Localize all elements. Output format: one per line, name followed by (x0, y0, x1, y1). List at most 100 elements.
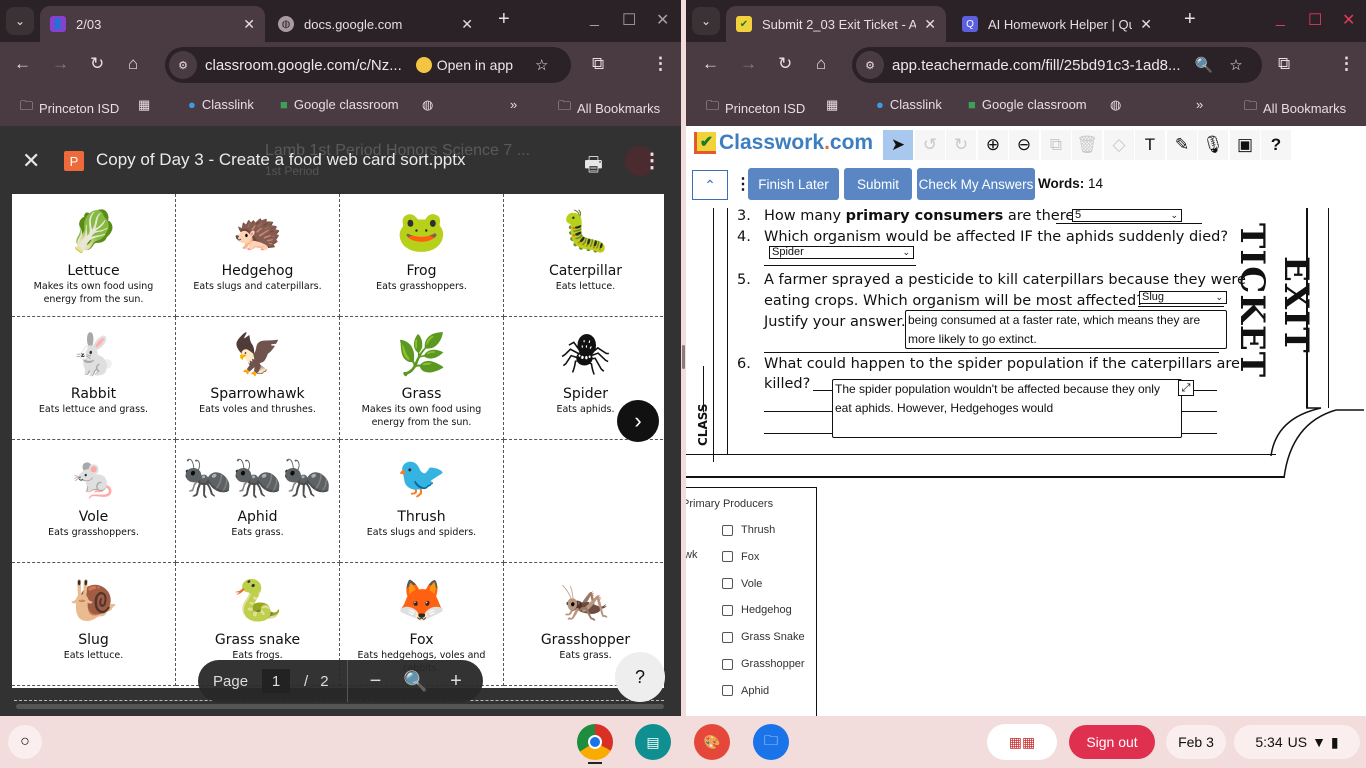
checkbox[interactable] (722, 551, 733, 563)
apps-grid-icon[interactable]: ▦ (826, 97, 844, 113)
checkbox[interactable] (722, 631, 733, 643)
classroom-reader-app-icon[interactable]: ▤ (635, 724, 671, 760)
check-my-answers-button[interactable]: Check My Answers (917, 168, 1035, 200)
resize-handle[interactable] (682, 345, 685, 369)
checklist-item[interactable]: Aphid (722, 685, 769, 697)
site-settings-icon[interactable]: ⚙ (169, 51, 197, 79)
maximize-button[interactable]: ☐ (622, 10, 636, 30)
close-tab-icon[interactable]: ✕ (1140, 16, 1152, 33)
holding-space-thumbnails[interactable]: ▦▦ (987, 724, 1057, 760)
home-button[interactable]: ⌂ (128, 54, 138, 74)
close-tab-icon[interactable]: ✕ (243, 16, 255, 33)
zoom-icon[interactable]: 🔍 (403, 669, 428, 694)
question-5-answer-select[interactable]: Slug ⌄ (1139, 291, 1227, 304)
bookmarks-overflow-button[interactable]: » (510, 97, 517, 112)
back-button[interactable]: ← (14, 54, 31, 74)
launcher-button[interactable]: ○ (8, 725, 42, 759)
date-tray[interactable]: Feb 3 (1166, 725, 1226, 759)
extensions-icon[interactable]: ⧉ (592, 54, 604, 74)
close-window-button[interactable]: ✕ (1342, 10, 1355, 30)
tab-ai-homework-helper[interactable]: Q AI Homework Helper | Quiz ✕ (952, 6, 1162, 42)
bookmark-google-classroom[interactable]: ■ Google classroom (280, 97, 399, 112)
canvas-paint-app-icon[interactable]: 🎨 (694, 724, 730, 760)
checklist-item[interactable]: Hedgehog (722, 604, 792, 616)
minimize-button[interactable]: _ (590, 10, 599, 28)
checklist-item[interactable]: Thrush (722, 524, 775, 536)
checkbox[interactable] (722, 685, 733, 697)
site-settings-icon[interactable]: ⚙ (856, 51, 884, 79)
status-tray[interactable]: 5:34 US ▼ ▮ (1234, 725, 1360, 759)
close-tab-icon[interactable]: ✕ (461, 16, 473, 33)
extensions-icon[interactable]: ⧉ (1278, 54, 1290, 74)
collapse-toolbar-button[interactable]: ⌃ (692, 170, 728, 200)
tab-classroom[interactable]: 👤 2/03 ✕ (40, 6, 265, 42)
submit-button[interactable]: Submit (844, 168, 912, 200)
chrome-app-icon[interactable] (577, 724, 613, 760)
all-bookmarks-button[interactable]: 🗀 All Bookmarks (558, 97, 660, 119)
horizontal-scrollbar[interactable] (16, 704, 664, 709)
zoom-out-icon[interactable]: ⊖ (1009, 130, 1039, 160)
open-in-app-button[interactable]: Open in app (437, 57, 513, 73)
tab-docs[interactable]: ◍ docs.google.com ✕ (268, 6, 483, 42)
bookmark-princeton-isd[interactable]: 🗀 Princeton ISD (706, 97, 805, 119)
bookmark-classlink[interactable]: ● Classlink (188, 97, 254, 112)
bookmark-globe[interactable]: ◍ (422, 97, 439, 113)
print-icon[interactable]: 🖶 (584, 150, 603, 184)
zoom-in-icon[interactable]: ⊕ (978, 130, 1008, 160)
maximize-button[interactable]: ☐ (1308, 10, 1322, 30)
zoom-indicator-icon[interactable]: 🔍 (1195, 56, 1214, 74)
bookmark-classlink[interactable]: ● Classlink (876, 97, 942, 112)
address-bar[interactable]: ⚙ classroom.google.com/c/Nz... Open in a… (165, 47, 571, 83)
forward-button[interactable]: → (52, 54, 69, 74)
checklist-item[interactable]: Vole (722, 578, 762, 590)
new-tab-button[interactable]: + (498, 8, 510, 31)
pointer-tool-icon[interactable]: ➤ (883, 130, 913, 160)
tab-search-button[interactable]: ⌄ (6, 7, 34, 35)
help-button[interactable]: ? (615, 652, 665, 702)
question-3-answer-select[interactable]: 5 ⌄ (1072, 209, 1182, 222)
checkbox[interactable] (722, 658, 733, 670)
all-bookmarks-button[interactable]: 🗀 All Bookmarks (1244, 97, 1346, 119)
browser-menu-icon[interactable]: ⋮ (1338, 54, 1355, 74)
forward-button[interactable]: → (740, 54, 757, 74)
bookmark-star-icon[interactable]: ☆ (1229, 56, 1242, 74)
duplicate-icon[interactable]: ⧉ (1041, 130, 1071, 160)
resize-expand-icon[interactable]: ⤢ (1178, 380, 1194, 396)
bookmarks-overflow-button[interactable]: » (1196, 97, 1203, 112)
question-5-justification-textbox[interactable]: being consumed at a faster rate, which m… (905, 310, 1227, 349)
close-tab-icon[interactable]: ✕ (924, 16, 936, 33)
new-tab-button[interactable]: + (1184, 8, 1196, 31)
eraser-icon[interactable]: ◇ (1104, 130, 1134, 160)
image-icon[interactable]: ▣ (1230, 130, 1260, 160)
trash-icon[interactable]: 🗑 (1072, 130, 1102, 160)
page-number-input[interactable]: 1 (262, 669, 291, 693)
files-app-icon[interactable]: 🗀 (753, 724, 789, 760)
close-window-button[interactable]: ✕ (656, 10, 669, 30)
help-icon[interactable]: ? (1261, 130, 1291, 160)
next-page-button[interactable]: › (617, 400, 659, 442)
back-button[interactable]: ← (702, 54, 719, 74)
apps-grid-icon[interactable]: ▦ (138, 97, 156, 113)
address-bar[interactable]: ⚙ app.teachermade.com/fill/25bd91c3-1ad8… (852, 47, 1262, 83)
checklist-item[interactable]: Grasshopper (722, 658, 805, 670)
redo-icon[interactable]: ↻ (946, 130, 976, 160)
checkbox[interactable] (722, 524, 733, 536)
bookmark-star-icon[interactable]: ☆ (535, 56, 548, 74)
reload-button[interactable]: ↻ (778, 54, 792, 74)
checklist-item[interactable]: Fox (722, 551, 759, 563)
zoom-out-button[interactable]: − (370, 670, 382, 693)
minimize-button[interactable]: _ (1276, 10, 1285, 28)
browser-menu-icon[interactable]: ⋮ (652, 54, 669, 74)
classwork-logo[interactable]: ✔ Classwork. com (694, 131, 873, 155)
close-viewer-button[interactable]: ✕ (22, 148, 40, 174)
more-options-icon[interactable]: ⋮ (642, 148, 662, 173)
reload-button[interactable]: ↻ (90, 54, 104, 74)
text-box-icon[interactable]: T (1135, 130, 1165, 160)
bookmark-globe[interactable]: ◍ (1110, 97, 1127, 113)
checkbox[interactable] (722, 578, 733, 590)
draw-pencil-icon[interactable]: ✎ (1167, 130, 1197, 160)
undo-icon[interactable]: ↺ (915, 130, 945, 160)
bookmark-princeton-isd[interactable]: 🗀 Princeton ISD (20, 97, 119, 119)
tab-exit-ticket[interactable]: ✔ Submit 2_03 Exit Ticket - As ✕ (726, 6, 946, 42)
checkbox[interactable] (722, 604, 733, 616)
